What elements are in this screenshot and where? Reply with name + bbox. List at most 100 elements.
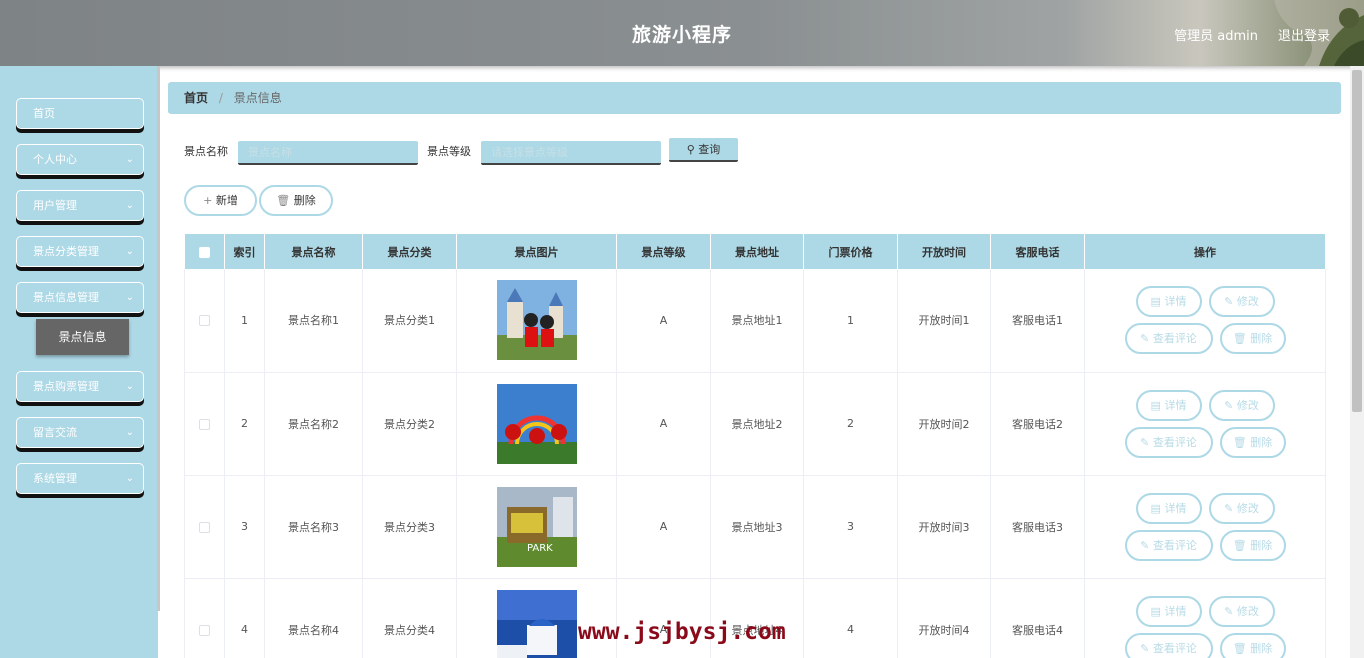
sidebar-subitem-scenic-info[interactable]: 景点信息 [36,319,129,355]
sidebar-item-label: 景点信息管理 [33,291,99,304]
breadcrumb: 首页 / 景点信息 [168,82,1341,114]
row-delete-button[interactable]: 🗑 删除 [1219,323,1286,355]
scenic-level-select[interactable] [481,141,661,165]
row-delete-button[interactable]: 🗑 删除 [1219,426,1286,458]
bulk-delete-button[interactable]: 🗑 删除 [259,185,333,216]
sidebar-item-system-management[interactable]: 系统管理 ⌄ [16,463,144,494]
header-operations: 操作 [1084,234,1326,269]
sidebar-item-ticket-management[interactable]: 景点购票管理 ⌄ [16,371,144,402]
sidebar-item-scenic-info-management[interactable]: 景点信息管理 ⌄ [16,282,144,313]
sidebar-item-home[interactable]: 首页 [16,98,144,129]
detail-button[interactable]: ▤ 详情 [1135,389,1202,421]
row-checkbox[interactable] [199,521,210,533]
detail-button-label: 详情 [1164,295,1187,309]
document-icon: ▤ [1150,295,1161,309]
view-comments-button-label: 查看评论 [1152,538,1197,552]
add-button-label: 新增 [215,194,238,207]
row-open-time: 开放时间1 [897,269,991,373]
header-select-all[interactable] [184,234,225,269]
edit-button[interactable]: ✎ 修改 [1208,286,1275,318]
row-delete-button-label: 删除 [1250,538,1273,552]
bulk-delete-button-label: 删除 [293,194,316,207]
row-price: 4 [803,578,898,658]
row-delete-button[interactable]: 🗑 删除 [1219,632,1286,658]
trash-icon: 🗑 [1232,435,1247,449]
scenic-level-label: 景点等级 [427,145,471,158]
view-comments-button[interactable]: ✎ 查看评论 [1124,529,1213,561]
chevron-down-icon: ⌄ [125,200,134,211]
row-select-cell[interactable] [184,578,225,658]
row-category: 景点分类2 [362,372,457,476]
scenic-name-label: 景点名称 [184,145,228,158]
trash-icon: 🗑 [1232,641,1247,655]
row-address: 景点地址1 [710,269,804,373]
row-checkbox[interactable] [199,418,210,430]
sidebar-item-label: 系统管理 [33,472,77,485]
view-comments-button[interactable]: ✎ 查看评论 [1124,632,1213,658]
edit-button[interactable]: ✎ 修改 [1208,595,1275,627]
scenic-name-input[interactable] [238,141,418,165]
row-checkbox[interactable] [199,315,210,327]
table-row: 2 景点名称2 景点分类2 A 景点地址2 2 开放时间2 客服电话2 ▤ 详情 ✎ 修改 ✎ 查看… [184,372,1326,476]
row-phone: 客服电话2 [990,372,1085,476]
logout-link[interactable]: 退出登录 [1278,25,1330,44]
sidebar-scrollbar[interactable] [157,66,160,611]
watermark-text: www.jsjbysj.com [578,619,786,645]
query-button[interactable]: ⚲ 查询 [669,138,738,162]
document-icon: ▤ [1150,604,1161,618]
header-level: 景点等级 [616,234,711,269]
row-delete-button[interactable]: 🗑 删除 [1219,529,1286,561]
trash-icon: 🗑 [1232,538,1247,552]
chevron-down-icon: ⌄ [125,292,134,303]
view-comments-button[interactable]: ✎ 查看评论 [1124,426,1213,458]
page-scrollbar-thumb[interactable] [1352,70,1362,412]
page-scrollbar[interactable] [1350,66,1364,658]
header-category: 景点分类 [362,234,457,269]
search-icon: ⚲ [686,143,695,156]
view-comments-button[interactable]: ✎ 查看评论 [1124,323,1213,355]
row-image-cell [456,578,617,658]
row-checkbox[interactable] [199,624,210,636]
detail-button-label: 详情 [1164,501,1187,515]
breadcrumb-home[interactable]: 首页 [184,91,208,105]
row-select-cell[interactable] [184,372,225,476]
pencil-icon: ✎ [1224,295,1234,309]
sidebar-item-label: 景点分类管理 [33,245,99,258]
sidebar-item-user-management[interactable]: 用户管理 ⌄ [16,190,144,221]
row-operations: ▤ 详情 ✎ 修改 ✎ 查看评论 🗑 删除 [1084,578,1326,658]
row-delete-button-label: 删除 [1250,435,1273,449]
row-operations: ▤ 详情 ✎ 修改 ✎ 查看评论 🗑 删除 [1084,372,1326,476]
row-open-time: 开放时间2 [897,372,991,476]
pencil-icon: ✎ [1224,398,1234,412]
header-image: 景点图片 [456,234,617,269]
select-all-checkbox[interactable] [198,246,210,258]
row-index: 4 [224,578,265,658]
detail-button[interactable]: ▤ 详情 [1135,595,1202,627]
pencil-icon: ✎ [1224,501,1234,515]
add-button[interactable]: + 新增 [184,185,257,216]
chevron-down-icon: ⌄ [125,381,134,392]
row-delete-button-label: 删除 [1250,641,1273,655]
row-delete-button-label: 删除 [1250,332,1273,346]
sidebar-item-personal-center[interactable]: 个人中心 ⌄ [16,144,144,175]
row-price: 3 [803,475,898,579]
edit-button[interactable]: ✎ 修改 [1208,492,1275,524]
detail-button[interactable]: ▤ 详情 [1135,492,1202,524]
edit-button-label: 修改 [1236,604,1259,618]
row-category: 景点分类4 [362,578,457,658]
row-category: 景点分类1 [362,269,457,373]
table-header-row: 索引 景点名称 景点分类 景点图片 景点等级 景点地址 门票价格 开放时间 客服… [184,234,1326,269]
sidebar-item-category-management[interactable]: 景点分类管理 ⌄ [16,236,144,267]
query-button-label: 查询 [698,143,721,156]
breadcrumb-separator: / [218,91,223,105]
row-select-cell[interactable] [184,269,225,373]
view-comments-button-label: 查看评论 [1152,332,1197,346]
detail-button[interactable]: ▤ 详情 [1135,286,1202,318]
edit-button[interactable]: ✎ 修改 [1208,389,1275,421]
row-index: 3 [224,475,265,579]
row-price: 1 [803,269,898,373]
sidebar-item-messages[interactable]: 留言交流 ⌄ [16,417,144,448]
header-price: 门票价格 [803,234,898,269]
pencil-icon: ✎ [1224,604,1234,618]
row-select-cell[interactable] [184,475,225,579]
